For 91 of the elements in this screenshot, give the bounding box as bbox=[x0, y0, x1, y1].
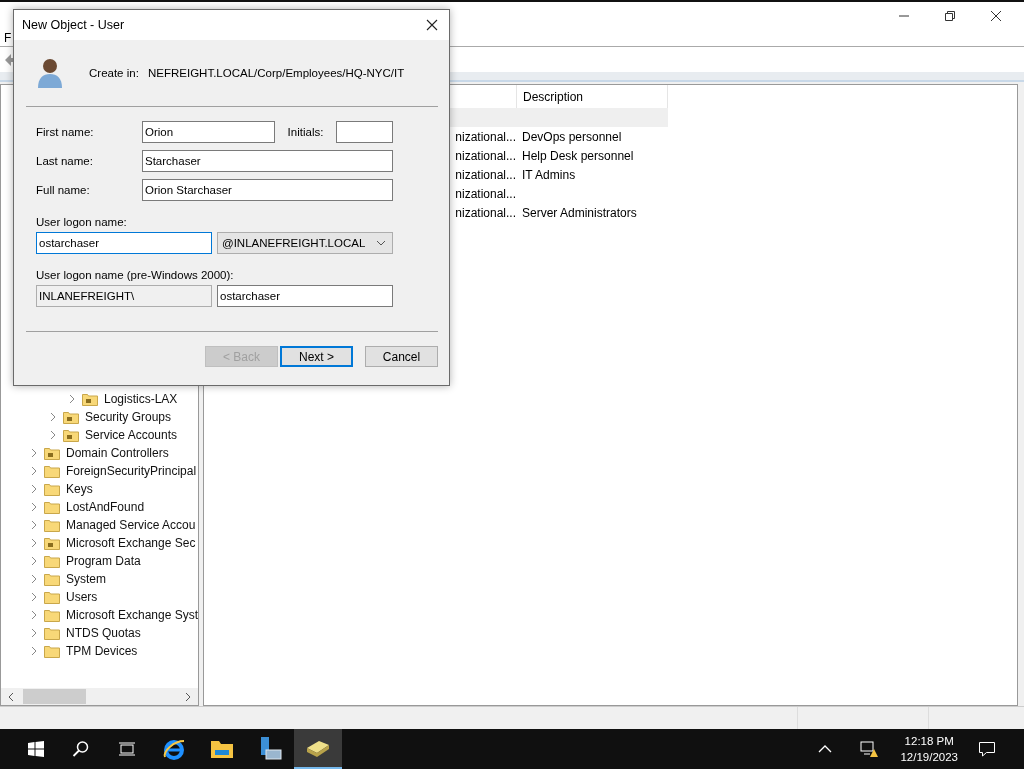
scroll-right-icon[interactable] bbox=[184, 691, 192, 702]
table-cell: Help Desk personnel bbox=[522, 148, 634, 163]
pre-2000-logon-field[interactable]: ostarchaser bbox=[217, 285, 393, 307]
tree-item[interactable]: NTDS Quotas bbox=[66, 626, 141, 640]
first-name-field[interactable]: Orion bbox=[142, 121, 275, 143]
notification-icon[interactable] bbox=[978, 740, 996, 758]
folder-with-badge-icon bbox=[44, 536, 60, 550]
domain-prefix-field[interactable]: INLANEFREIGHT\ bbox=[36, 285, 212, 307]
tree-item[interactable]: Logistics-LAX bbox=[104, 392, 178, 406]
restore-icon[interactable] bbox=[944, 10, 956, 22]
field-label: Full name: bbox=[36, 184, 91, 196]
tree-item[interactable]: Program Data bbox=[66, 554, 141, 568]
scroll-left-icon[interactable] bbox=[7, 691, 15, 702]
tree-item[interactable]: Keys bbox=[66, 482, 93, 496]
create-in-label: Create in: bbox=[89, 67, 140, 79]
close-icon[interactable] bbox=[990, 10, 1002, 22]
domain-dropdown[interactable]: @INLANEFREIGHT.LOCAL bbox=[217, 232, 393, 254]
expand-icon[interactable] bbox=[49, 412, 57, 422]
tree-item[interactable]: ForeignSecurityPrincipal bbox=[66, 464, 197, 478]
field-label: User logon name (pre-Windows 2000): bbox=[36, 269, 235, 281]
container-path: NEFREIGHT.LOCAL/Corp/Employees/HQ-NYC/IT bbox=[148, 67, 405, 79]
table-cell: Server Administrators bbox=[522, 205, 637, 220]
folder-icon bbox=[44, 554, 60, 568]
chevron-up-icon[interactable] bbox=[818, 744, 833, 754]
expand-icon[interactable] bbox=[30, 574, 38, 584]
table-cell: nizational... bbox=[455, 148, 516, 163]
table-cell: IT Admins bbox=[522, 167, 576, 182]
search-icon[interactable] bbox=[72, 740, 90, 758]
dialog-button[interactable]: Next > bbox=[280, 346, 353, 367]
expand-icon[interactable] bbox=[30, 448, 38, 458]
expand-icon[interactable] bbox=[30, 502, 38, 512]
dialog-button[interactable]: Cancel bbox=[365, 346, 438, 367]
tree-item[interactable]: TPM Devices bbox=[66, 644, 138, 658]
folder-icon bbox=[44, 644, 60, 658]
initials-field[interactable] bbox=[336, 121, 393, 143]
tree-item[interactable]: Service Accounts bbox=[85, 428, 178, 442]
task-view-icon[interactable] bbox=[118, 741, 136, 757]
table-cell: nizational... bbox=[455, 186, 516, 201]
folder-icon bbox=[44, 590, 60, 604]
folder-icon bbox=[44, 572, 60, 586]
folder-icon bbox=[44, 500, 60, 514]
network-warning-icon[interactable] bbox=[860, 740, 881, 758]
tree-item[interactable]: Security Groups bbox=[85, 410, 172, 424]
user-icon bbox=[37, 57, 63, 89]
expand-icon[interactable] bbox=[30, 466, 38, 476]
folder-icon bbox=[44, 464, 60, 478]
tree-item[interactable]: System bbox=[66, 572, 106, 586]
folder-icon bbox=[44, 626, 60, 640]
folder-with-badge-icon bbox=[44, 446, 60, 460]
field-label: Initials: bbox=[286, 126, 325, 138]
expand-icon[interactable] bbox=[30, 520, 38, 530]
close-icon[interactable] bbox=[426, 19, 438, 31]
expand-icon[interactable] bbox=[30, 610, 38, 620]
field-label: First name: bbox=[36, 126, 95, 138]
clock-time[interactable]: 12:18 PM bbox=[904, 733, 954, 749]
tree-item[interactable]: Managed Service Accou bbox=[66, 518, 196, 532]
expand-icon[interactable] bbox=[30, 484, 38, 494]
tree-item[interactable]: Microsoft Exchange Sec bbox=[66, 536, 196, 550]
tree-item[interactable]: LostAndFound bbox=[66, 500, 145, 514]
folder-with-badge-icon bbox=[63, 410, 79, 424]
last-name-field[interactable]: Starchaser bbox=[142, 150, 393, 172]
field-label: Last name: bbox=[36, 155, 94, 167]
windows-logo-icon[interactable] bbox=[28, 741, 44, 757]
expand-icon[interactable] bbox=[49, 430, 57, 440]
logon-name-field[interactable]: ostarchaser bbox=[36, 232, 212, 254]
chevron-down-icon bbox=[376, 240, 386, 246]
horizontal-scrollbar[interactable] bbox=[1, 688, 198, 705]
address-book-icon[interactable] bbox=[294, 729, 342, 769]
folder-with-badge-icon bbox=[63, 428, 79, 442]
tree-item[interactable]: Users bbox=[66, 590, 98, 604]
expand-icon[interactable] bbox=[68, 394, 76, 404]
folder-icon bbox=[44, 608, 60, 622]
table-cell: nizational... bbox=[455, 129, 516, 144]
expand-icon[interactable] bbox=[30, 592, 38, 602]
folder-with-badge-icon bbox=[82, 392, 98, 406]
dialog-title: New Object - User bbox=[22, 18, 125, 32]
table-cell: nizational... bbox=[455, 205, 516, 220]
full-name-field[interactable]: Orion Starchaser bbox=[142, 179, 393, 201]
expand-icon[interactable] bbox=[30, 556, 38, 566]
expand-icon[interactable] bbox=[30, 646, 38, 656]
folder-icon bbox=[44, 518, 60, 532]
menu-item[interactable]: F bbox=[4, 31, 12, 45]
expand-icon[interactable] bbox=[30, 538, 38, 548]
table-cell: DevOps personnel bbox=[522, 129, 622, 144]
table-cell: nizational... bbox=[455, 167, 516, 182]
expand-icon[interactable] bbox=[30, 628, 38, 638]
tree-item[interactable]: Microsoft Exchange Syst bbox=[66, 608, 198, 622]
clock-date[interactable]: 12/19/2023 bbox=[900, 749, 958, 765]
folder-icon bbox=[44, 482, 60, 496]
field-label: User logon name: bbox=[36, 216, 128, 228]
tree-item[interactable]: Domain Controllers bbox=[66, 446, 169, 460]
